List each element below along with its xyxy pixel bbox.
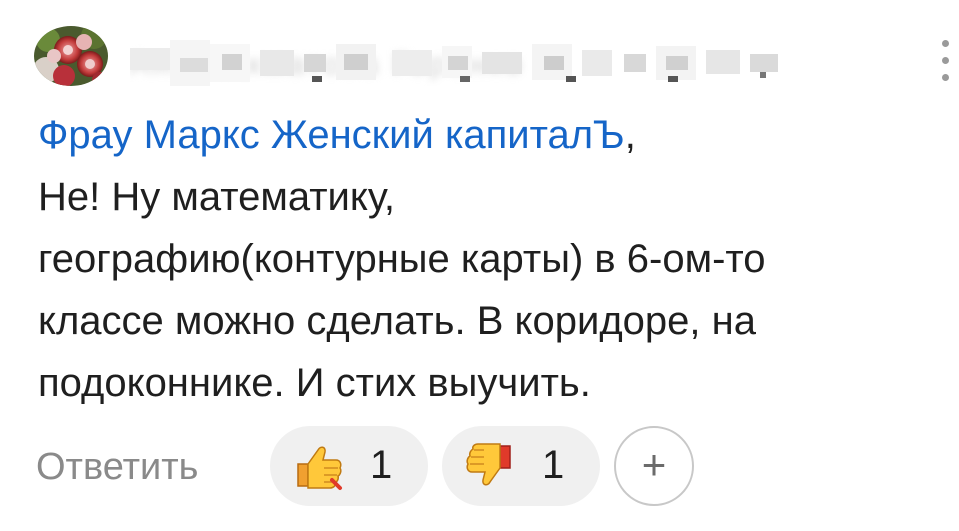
comment-line: подоконнике. И стих выучить.	[38, 361, 591, 405]
thumbs-up-icon	[297, 446, 342, 490]
comment-text: Фрау Маркс Женский капиталЪ, Не! Ну мате…	[38, 104, 938, 414]
add-reaction-button[interactable]: +	[614, 426, 694, 506]
comment-card: Анна Ахматова Горенко Фрау Маркс Женский…	[0, 0, 959, 531]
more-vertical-icon	[942, 40, 949, 47]
like-count: 1	[370, 443, 393, 487]
comment-actions: Ответить 1 1 +	[36, 426, 936, 508]
user-mention[interactable]: Фрау Маркс Женский капиталЪ	[38, 113, 625, 157]
roses-avatar-image	[34, 26, 108, 86]
comment-header: Анна Ахматова Горенко	[34, 26, 949, 92]
more-vertical-icon-dot	[942, 57, 949, 64]
pixelation-overlay	[130, 40, 778, 86]
comment-line: Фрау Маркс Женский капиталЪ,	[38, 104, 938, 166]
mention-separator: ,	[624, 113, 636, 157]
like-button[interactable]: 1	[270, 426, 428, 506]
more-options-button[interactable]	[930, 30, 959, 92]
avatar[interactable]	[34, 26, 108, 86]
author-name-obscured[interactable]: Анна Ахматова Горенко	[130, 40, 790, 86]
dislike-count: 1	[542, 443, 565, 487]
more-vertical-icon-dot	[942, 74, 949, 81]
reply-button[interactable]: Ответить	[36, 444, 198, 490]
comment-line: Не! Ну математику,	[38, 175, 395, 219]
plus-icon: +	[641, 441, 667, 488]
dislike-button[interactable]: 1	[442, 426, 600, 506]
thumbs-down-icon	[466, 443, 511, 486]
comment-line: географию(контурные карты) в 6-ом-то	[38, 237, 766, 281]
comment-line: классе можно сделать. В коридоре, на	[38, 299, 756, 343]
